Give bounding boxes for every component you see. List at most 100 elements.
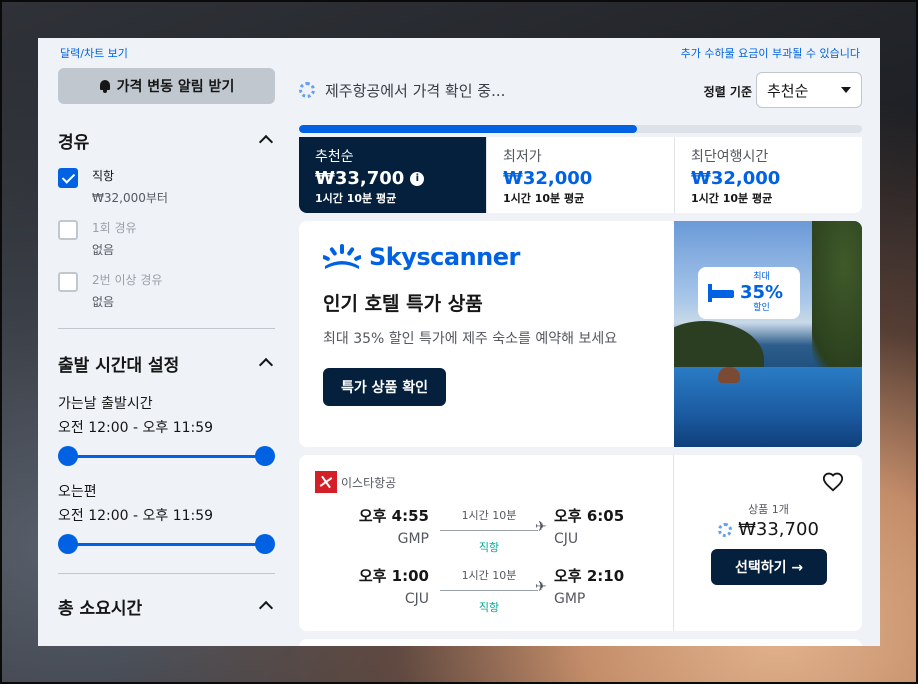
duration-title: 총 소요시간 <box>58 598 143 619</box>
heart-icon[interactable] <box>822 471 844 493</box>
slider-handle-start[interactable] <box>58 534 78 554</box>
option-sub: 없음 <box>92 295 115 309</box>
sort-select[interactable]: 추천순 <box>756 72 862 108</box>
loading-spinner-icon <box>718 522 733 537</box>
stops-text: 직항 <box>478 601 500 614</box>
caret-down-icon <box>841 87 851 93</box>
loading-spinner-icon <box>299 82 315 98</box>
bed-icon <box>708 284 734 302</box>
status-row: 제주항공에서 가격 확인 중... 정렬 기준 추천순 <box>299 68 862 112</box>
price: ₩33,700 <box>738 519 819 540</box>
route-line <box>440 590 538 591</box>
tab-sub: 1시간 10분 평균 <box>503 192 585 205</box>
stops-text: 직항 <box>478 541 500 554</box>
calendar-chart-link[interactable]: 달력/차트 보기 <box>60 45 128 61</box>
info-icon[interactable]: i <box>410 171 425 186</box>
departure: 오후 4:55 GMP <box>349 505 429 547</box>
baggage-fee-link[interactable]: 추가 수하물 요금이 부과될 수 있습니다 <box>681 45 860 61</box>
status-text: 제주항공에서 가격 확인 중... <box>325 81 506 100</box>
tab-sub: 1시간 10분 평균 <box>315 192 397 205</box>
price-alert-button[interactable]: 가격 변동 알림 받기 <box>58 68 275 104</box>
departure-time: 오후 1:00 <box>358 567 429 585</box>
divider <box>58 573 275 574</box>
return-range: 오전 12:00 - 오후 11:59 <box>58 508 214 524</box>
tab-recommended[interactable]: 추천순 ₩33,700 i 1시간 10분 평균 <box>299 137 487 213</box>
stops-option-direct[interactable]: 직항 ₩32,000부터 <box>58 168 275 206</box>
view-deals-button[interactable]: 특가 상품 확인 <box>323 368 447 406</box>
arrival: 오후 2:10 GMP <box>554 565 634 607</box>
return-leg: 오후 1:00 CJU 1시간 10분 직항 ✈ 오후 2:10 GMP <box>299 565 674 617</box>
airline-name: 이스타항공 <box>341 475 397 490</box>
hotel-pool-image: 최대 35% 할인 <box>674 221 862 447</box>
badge-top: 최대 <box>753 272 770 282</box>
sort-label: 정렬 기준 <box>703 85 752 99</box>
option-sub: ₩32,000부터 <box>92 191 168 205</box>
two-plus-checkbox <box>58 272 78 292</box>
sort-value: 추천순 <box>767 81 809 100</box>
flight-result-card[interactable]: 이스타항공 오후 4:55 GMP 1시간 10분 직항 ✈ 오후 6:05 C… <box>299 455 862 631</box>
airline-logo-icon <box>315 471 337 493</box>
tab-name: 추천순 <box>315 149 354 165</box>
top-links: 달력/차트 보기 추가 수하물 요금이 부과될 수 있습니다 <box>38 38 880 64</box>
slider-track <box>68 455 265 458</box>
stops-option-two-plus: 2번 이상 경유 없음 <box>58 272 275 310</box>
pool-water <box>674 367 862 447</box>
itinerary: 이스타항공 오후 4:55 GMP 1시간 10분 직항 ✈ 오후 6:05 C… <box>299 455 674 631</box>
direct-checkbox[interactable] <box>58 168 78 188</box>
return-slider[interactable] <box>58 533 275 555</box>
price-row: ₩33,700 <box>675 519 862 540</box>
stops-header[interactable]: 경유 <box>58 128 275 153</box>
slider-handle-start[interactable] <box>58 446 78 466</box>
tab-price: ₩32,000 <box>691 168 781 189</box>
option-sub: 없음 <box>92 243 115 257</box>
option-label: 1회 경유 <box>92 221 137 235</box>
divider <box>58 328 275 329</box>
palm-foliage <box>812 221 862 391</box>
badge-bottom: 할인 <box>753 303 770 313</box>
slider-track <box>68 543 265 546</box>
departure-code: GMP <box>397 531 429 547</box>
slider-handle-end[interactable] <box>255 446 275 466</box>
arrival-time: 오후 6:05 <box>554 507 625 525</box>
progress-bar <box>299 125 862 133</box>
hotel-promo-card: Skyscanner 인기 호텔 특가 상품 최대 35% 할인 특가에 제주 … <box>299 221 862 447</box>
tab-name: 최저가 <box>503 149 542 165</box>
outbound-range: 오전 12:00 - 오후 11:59 <box>58 420 214 436</box>
departure-times-title: 출발 시간대 설정 <box>58 355 180 376</box>
departure-code: CJU <box>404 591 429 607</box>
departure-time: 오후 4:55 <box>358 507 429 525</box>
duration: 1시간 10분 <box>461 569 517 582</box>
promo-content: Skyscanner 인기 호텔 특가 상품 최대 35% 할인 특가에 제주 … <box>323 243 653 406</box>
slider-handle-end[interactable] <box>255 534 275 554</box>
progress-fill <box>299 125 637 133</box>
plane-icon: ✈ <box>535 519 547 535</box>
select-button[interactable]: 선택하기 → <box>711 549 827 585</box>
chevron-up-icon[interactable] <box>258 600 274 616</box>
plane-icon: ✈ <box>535 579 547 595</box>
arrival-code: GMP <box>554 591 586 607</box>
results-main: 제주항공에서 가격 확인 중... 정렬 기준 추천순 추천순 ₩33,700 … <box>299 68 862 646</box>
browser-window: 달력/차트 보기 추가 수하물 요금이 부과될 수 있습니다 가격 변동 알림 … <box>38 38 880 646</box>
option-label: 2번 이상 경유 <box>92 273 163 287</box>
discount-badge: 최대 35% 할인 <box>698 267 800 319</box>
chevron-up-icon[interactable] <box>258 134 274 150</box>
price-alert-label: 가격 변동 알림 받기 <box>116 79 235 95</box>
next-result-card[interactable] <box>299 639 862 646</box>
departure-times-header[interactable]: 출발 시간대 설정 <box>58 351 275 376</box>
leg-middle: 1시간 10분 직항 <box>434 567 544 615</box>
tab-cheapest[interactable]: 최저가 ₩32,000 1시간 10분 평균 <box>487 137 675 213</box>
arrival: 오후 6:05 CJU <box>554 505 634 547</box>
tab-fastest[interactable]: 최단여행시간 ₩32,000 1시간 10분 평균 <box>675 137 862 213</box>
arrival-time: 오후 2:10 <box>554 567 625 585</box>
bell-icon <box>99 79 111 93</box>
return-label: 오는편 <box>58 484 97 500</box>
stops-option-one-stop: 1회 경유 없음 <box>58 220 275 258</box>
departure-times-section: 출발 시간대 설정 가는날 출발시간 오전 12:00 - 오후 11:59 오… <box>58 351 275 555</box>
route-line <box>440 530 538 531</box>
deals-count: 상품 1개 <box>748 503 789 516</box>
outbound-slider[interactable] <box>58 445 275 467</box>
promo-description: 최대 35% 할인 특가에 제주 숙소를 예약해 보세요 <box>323 331 618 347</box>
duration-header[interactable]: 총 소요시간 <box>58 594 275 619</box>
chevron-up-icon[interactable] <box>258 357 274 373</box>
stops-title: 경유 <box>58 132 90 153</box>
